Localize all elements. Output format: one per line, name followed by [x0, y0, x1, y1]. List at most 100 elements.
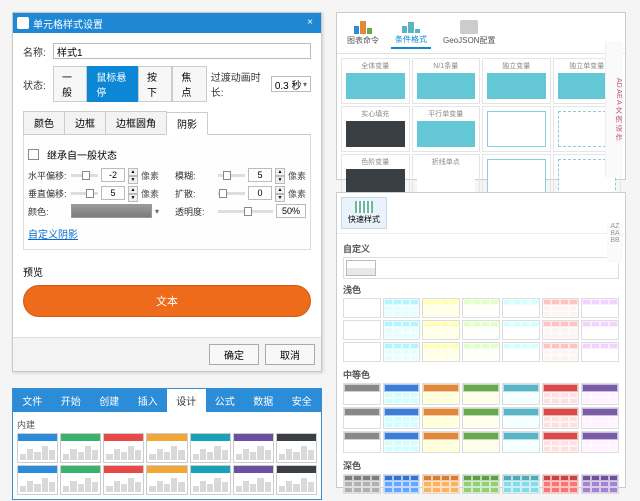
- theme-thumbnail[interactable]: [233, 433, 274, 463]
- custom-style-item[interactable]: [346, 260, 376, 276]
- style-swatch[interactable]: [502, 431, 540, 453]
- style-swatch[interactable]: [542, 407, 580, 429]
- tab-border[interactable]: 边框: [64, 111, 106, 134]
- cancel-button[interactable]: 取消: [265, 344, 315, 365]
- style-swatch[interactable]: [581, 431, 619, 453]
- style-swatch[interactable]: [462, 474, 500, 494]
- style-swatch[interactable]: [542, 474, 580, 494]
- style-swatch[interactable]: [502, 383, 540, 405]
- tab-color[interactable]: 颜色: [23, 111, 65, 134]
- style-swatch[interactable]: [343, 474, 381, 494]
- style-swatch[interactable]: [422, 474, 460, 494]
- custom-shadow-link[interactable]: 自定义阴影: [28, 226, 78, 241]
- blur-slider[interactable]: [218, 174, 245, 177]
- theme-thumbnail[interactable]: [103, 465, 144, 495]
- chart-template-item[interactable]: 实心填充: [341, 106, 410, 152]
- style-swatch[interactable]: [422, 342, 460, 362]
- theme-thumbnail[interactable]: [17, 433, 58, 463]
- style-swatch[interactable]: [383, 342, 421, 362]
- theme-thumbnail[interactable]: [60, 465, 101, 495]
- close-icon[interactable]: ×: [303, 16, 317, 30]
- style-swatch[interactable]: [383, 431, 421, 453]
- chart-template-item[interactable]: 独立变量: [482, 58, 551, 104]
- hoff-spinner[interactable]: ▲▼: [128, 168, 138, 182]
- ribbon-tab[interactable]: 插入: [129, 389, 168, 412]
- blur-spinner[interactable]: ▲▼: [275, 168, 285, 182]
- blur-value[interactable]: 5: [248, 168, 272, 182]
- ribbon-tab[interactable]: 设计: [167, 389, 206, 412]
- inherit-checkbox[interactable]: [28, 149, 39, 160]
- duration-select[interactable]: 0.3 秒 ▾: [271, 76, 311, 92]
- style-swatch[interactable]: [383, 320, 421, 340]
- spread-slider[interactable]: [218, 192, 245, 195]
- style-swatch[interactable]: [343, 320, 381, 340]
- style-swatch[interactable]: [462, 383, 500, 405]
- theme-thumbnail[interactable]: [17, 465, 58, 495]
- chart-template-item[interactable]: 全体变量: [341, 58, 410, 104]
- style-swatch[interactable]: [383, 474, 421, 494]
- style-swatch[interactable]: [422, 407, 460, 429]
- style-swatch[interactable]: [542, 320, 580, 340]
- voff-value[interactable]: 5: [101, 186, 125, 200]
- theme-thumbnail[interactable]: [146, 465, 187, 495]
- style-swatch[interactable]: [542, 298, 580, 318]
- opacity-slider[interactable]: [218, 210, 273, 213]
- style-swatch[interactable]: [383, 407, 421, 429]
- style-swatch[interactable]: [502, 474, 540, 494]
- tab-radius[interactable]: 边框圆角: [105, 111, 167, 134]
- spread-spinner[interactable]: ▲▼: [275, 186, 285, 200]
- ribbon-tab[interactable]: 公式: [206, 389, 245, 412]
- voff-slider[interactable]: [71, 192, 98, 195]
- tab-conditional-format[interactable]: 条件格式: [391, 17, 431, 49]
- style-swatch[interactable]: [581, 320, 619, 340]
- style-swatch[interactable]: [462, 320, 500, 340]
- style-swatch[interactable]: [343, 407, 381, 429]
- style-swatch[interactable]: [462, 407, 500, 429]
- theme-thumbnail[interactable]: [103, 433, 144, 463]
- state-tab-pressed[interactable]: 按下: [138, 66, 172, 102]
- style-swatch[interactable]: [343, 383, 381, 405]
- style-swatch[interactable]: [581, 383, 619, 405]
- chevron-down-icon[interactable]: ▾: [155, 207, 159, 216]
- tab-chart-commands[interactable]: 图表命令: [343, 18, 383, 48]
- state-tab-normal[interactable]: 一般: [53, 66, 87, 102]
- state-tab-focus[interactable]: 焦点: [172, 66, 206, 102]
- ribbon-tab[interactable]: 文件: [13, 389, 52, 412]
- tab-shadow[interactable]: 阴影: [166, 112, 208, 135]
- name-input[interactable]: [53, 43, 311, 59]
- color-picker[interactable]: [71, 204, 152, 218]
- tab-geojson-config[interactable]: GeoJSON配置: [439, 18, 499, 48]
- theme-thumbnail[interactable]: [276, 433, 317, 463]
- theme-thumbnail[interactable]: [190, 465, 231, 495]
- chart-template-item[interactable]: 平行单变量: [412, 106, 481, 152]
- style-swatch[interactable]: [422, 298, 460, 318]
- style-swatch[interactable]: [422, 431, 460, 453]
- voff-spinner[interactable]: ▲▼: [128, 186, 138, 200]
- style-swatch[interactable]: [383, 298, 421, 318]
- ribbon-tab[interactable]: 数据: [244, 389, 283, 412]
- quick-style-button[interactable]: 快速样式: [341, 197, 387, 229]
- dialog-titlebar[interactable]: 单元格样式设置 ×: [13, 13, 321, 33]
- style-swatch[interactable]: [343, 342, 381, 362]
- theme-thumbnail[interactable]: [60, 433, 101, 463]
- style-swatch[interactable]: [462, 298, 500, 318]
- style-swatch[interactable]: [422, 383, 460, 405]
- style-swatch[interactable]: [581, 298, 619, 318]
- style-swatch[interactable]: [581, 342, 619, 362]
- chart-template-item[interactable]: N/1条量: [412, 58, 481, 104]
- style-swatch[interactable]: [462, 431, 500, 453]
- theme-thumbnail[interactable]: [146, 433, 187, 463]
- opacity-value[interactable]: 50%: [276, 204, 306, 218]
- style-swatch[interactable]: [542, 342, 580, 362]
- state-tab-hover[interactable]: 鼠标悬停: [87, 66, 138, 102]
- hoff-value[interactable]: -2: [101, 168, 125, 182]
- style-swatch[interactable]: [502, 342, 540, 362]
- style-swatch[interactable]: [502, 320, 540, 340]
- style-swatch[interactable]: [502, 298, 540, 318]
- theme-thumbnail[interactable]: [233, 465, 274, 495]
- ribbon-tab[interactable]: 安全: [283, 389, 322, 412]
- ribbon-tab[interactable]: 开始: [52, 389, 91, 412]
- style-swatch[interactable]: [383, 383, 421, 405]
- style-swatch[interactable]: [343, 431, 381, 453]
- style-swatch[interactable]: [581, 407, 619, 429]
